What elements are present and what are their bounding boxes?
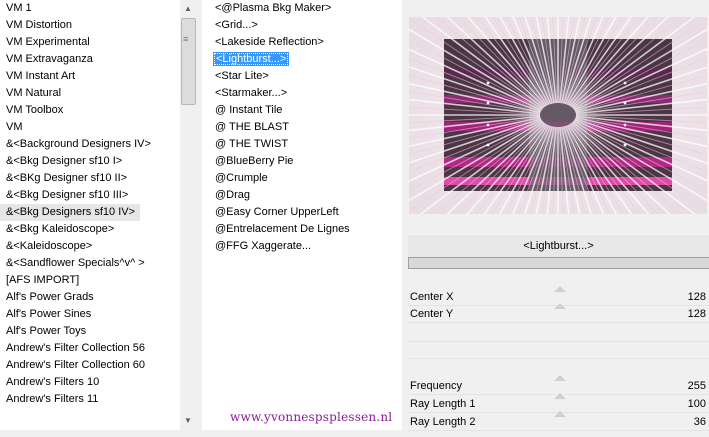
- filter-item[interactable]: @FFG Xaggerate...: [202, 238, 402, 255]
- category-scrollbar[interactable]: ▲ ≡ ▼: [180, 0, 196, 430]
- filter-item-label: <Lightburst...>: [213, 52, 290, 66]
- slider-tick-icon[interactable]: [554, 375, 566, 381]
- slider-tick-icon[interactable]: [554, 393, 566, 399]
- filter-item[interactable]: @BlueBerry Pie: [202, 153, 402, 170]
- slider-tick-icon[interactable]: [554, 286, 566, 292]
- category-item[interactable]: Alf's Power Sines: [0, 306, 180, 323]
- category-item[interactable]: &<Bkg Designers sf10 IV>: [0, 204, 140, 221]
- filter-item[interactable]: <Star Lite>: [202, 68, 402, 85]
- category-item[interactable]: VM Distortion: [0, 17, 180, 34]
- param-value[interactable]: 128: [688, 306, 706, 323]
- filter-item-label: @Drag: [215, 189, 251, 201]
- filter-item-label: <Grid...>: [215, 19, 258, 31]
- category-item[interactable]: VM Experimental: [0, 34, 180, 51]
- filter-list[interactable]: <@Plasma Bkg Maker> <Grid...> <Lakeside Re…: [202, 0, 402, 430]
- category-item[interactable]: &<Bkg Designer sf10 I>: [0, 153, 180, 170]
- filter-item-label: @Crumple: [215, 172, 268, 184]
- filter-item[interactable]: @Crumple: [202, 170, 402, 187]
- slider-tick-icon[interactable]: [554, 303, 566, 309]
- filter-item-label: @ THE BLAST: [215, 121, 289, 133]
- category-item[interactable]: &<Kaleidoscope>: [0, 238, 180, 255]
- preview-image: [409, 17, 707, 214]
- param-value[interactable]: 255: [688, 378, 706, 395]
- scroll-grip-icon: ≡: [183, 34, 189, 44]
- filter-item[interactable]: <Starmaker...>: [202, 85, 402, 102]
- param-label: Ray Length 2: [410, 416, 476, 428]
- filter-item-label: @ Instant Tile: [215, 104, 283, 116]
- filter-item-label: <Lakeside Reflection>: [215, 36, 324, 48]
- filter-item-label: <Star Lite>: [215, 70, 269, 82]
- category-item[interactable]: Andrew's Filters 10: [0, 374, 180, 391]
- param-label: Ray Length 1: [410, 398, 476, 410]
- filter-item[interactable]: <Lakeside Reflection>: [202, 34, 402, 51]
- category-item[interactable]: &<Sandflower Specials^v^ >: [0, 255, 180, 272]
- category-item[interactable]: Andrew's Filter Collection 60: [0, 357, 180, 374]
- filter-item[interactable]: @Easy Corner UpperLeft: [202, 204, 402, 221]
- category-item[interactable]: [AFS IMPORT]: [0, 272, 180, 289]
- param-label: Center X: [410, 291, 454, 303]
- param-ray-length-2[interactable]: Ray Length 2 36: [408, 411, 709, 431]
- filter-item[interactable]: @ THE TWIST: [202, 136, 402, 153]
- filter-item-label: @FFG Xaggerate...: [215, 240, 312, 252]
- param-empty-1: [408, 341, 709, 342]
- category-item[interactable]: &<Bkg Designer sf10 III>: [0, 187, 180, 204]
- category-item[interactable]: VM Natural: [0, 85, 180, 102]
- category-item[interactable]: Alf's Power Toys: [0, 323, 180, 340]
- param-label: Center Y: [410, 308, 454, 320]
- filter-settings-panel: <Lightburst...> Center X 128 Center Y 12…: [403, 0, 709, 437]
- filter-item[interactable]: @Drag: [202, 187, 402, 204]
- filter-item[interactable]: <@Plasma Bkg Maker>: [202, 0, 402, 17]
- param-label: Frequency: [410, 380, 462, 392]
- category-item[interactable]: Andrew's Filter Collection 56: [0, 340, 180, 357]
- filter-item-label: @ THE TWIST: [215, 138, 289, 150]
- filter-item[interactable]: @ Instant Tile: [202, 102, 402, 119]
- param-center-y[interactable]: Center Y 128: [408, 303, 709, 323]
- filter-item-label: @BlueBerry Pie: [215, 155, 294, 167]
- scroll-up-arrow-icon[interactable]: ▲: [180, 2, 196, 16]
- param-empty-2: [408, 358, 709, 359]
- filter-item[interactable]: @ THE BLAST: [202, 119, 402, 136]
- category-item[interactable]: VM Instant Art: [0, 68, 180, 85]
- filter-item-label: @Easy Corner UpperLeft: [215, 206, 339, 218]
- scroll-thumb[interactable]: [181, 18, 196, 105]
- param-value[interactable]: 128: [688, 289, 706, 306]
- filter-item[interactable]: <Lightburst...>: [202, 51, 402, 68]
- filter-item[interactable]: @Entrelacement De Lignes: [202, 221, 402, 238]
- category-item[interactable]: Alf's Power Grads: [0, 289, 180, 306]
- filter-item-label: <Starmaker...>: [215, 87, 288, 99]
- category-item[interactable]: VM: [0, 119, 180, 136]
- category-item[interactable]: &<Bkg Kaleidoscope>: [0, 221, 180, 238]
- category-item[interactable]: VM Toolbox: [0, 102, 180, 119]
- watermark-text: www.yvonnespsplessen.nl: [230, 410, 393, 424]
- filter-item-label: <@Plasma Bkg Maker>: [215, 2, 332, 14]
- filter-title: <Lightburst...>: [408, 234, 709, 257]
- category-item[interactable]: &<BKg Designer sf10 II>: [0, 170, 180, 187]
- param-value[interactable]: 36: [694, 414, 706, 431]
- category-list[interactable]: VM 1 VM Distortion VM Experimental VM Extra…: [0, 0, 180, 430]
- category-item[interactable]: &<Background Designers IV>: [0, 136, 180, 153]
- filter-item-label: @Entrelacement De Lignes: [215, 223, 350, 235]
- category-item[interactable]: VM Extravaganza: [0, 51, 180, 68]
- category-item[interactable]: Andrew's Filters 11: [0, 391, 180, 408]
- scroll-down-arrow-icon[interactable]: ▼: [180, 414, 196, 428]
- slider-tick-icon[interactable]: [554, 411, 566, 417]
- filter-item[interactable]: <Grid...>: [202, 17, 402, 34]
- param-value[interactable]: 100: [688, 396, 706, 413]
- category-item[interactable]: VM 1: [0, 0, 180, 17]
- progress-bar: [408, 257, 709, 269]
